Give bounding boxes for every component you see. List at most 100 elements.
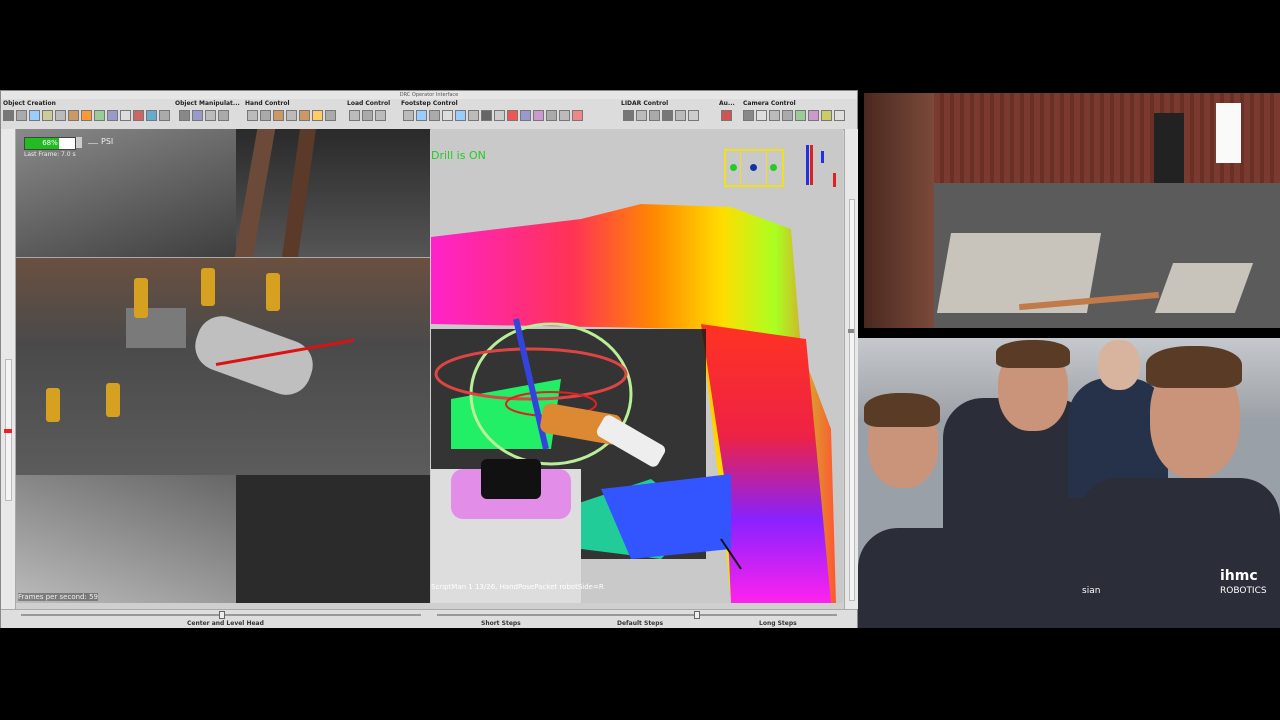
box-icon[interactable] bbox=[29, 110, 40, 121]
camera-zoom-icon[interactable] bbox=[808, 110, 819, 121]
drill-icon[interactable] bbox=[68, 110, 79, 121]
operator-hair bbox=[1146, 346, 1242, 388]
toolbar-group-label: LIDAR Control bbox=[621, 100, 669, 107]
lidar-spin-icon[interactable] bbox=[662, 110, 673, 121]
long-steps-label[interactable]: Long Steps bbox=[759, 620, 797, 627]
camera-icon[interactable] bbox=[743, 110, 754, 121]
slider-thumb bbox=[848, 329, 854, 333]
toolbar: Object Creation Object Manipulat... Hand… bbox=[1, 99, 857, 130]
lower-left-camera-image bbox=[16, 475, 236, 603]
hand-trigger-icon[interactable] bbox=[312, 110, 323, 121]
footstep-icon[interactable] bbox=[403, 110, 414, 121]
hand-close-icon[interactable] bbox=[260, 110, 271, 121]
wall-foreground bbox=[864, 93, 934, 328]
lidar-view-icon[interactable] bbox=[688, 110, 699, 121]
footstep-send-icon[interactable] bbox=[520, 110, 531, 121]
force-bar-blue bbox=[806, 145, 809, 185]
hand-reset-icon[interactable] bbox=[325, 110, 336, 121]
left-vertical-slider[interactable] bbox=[1, 129, 16, 609]
camera-left-icon[interactable] bbox=[769, 110, 780, 121]
toolbar-group-label: Camera Control bbox=[743, 100, 796, 107]
psi-line bbox=[88, 143, 98, 144]
object-creation-group: Object Creation bbox=[3, 99, 173, 129]
footstep-list-icon[interactable] bbox=[546, 110, 557, 121]
point-cloud bbox=[431, 204, 836, 603]
ladder-icon[interactable] bbox=[159, 110, 170, 121]
footstep-plan-icon[interactable] bbox=[429, 110, 440, 121]
battery-cap bbox=[76, 137, 82, 148]
center-level-head-button[interactable]: Center and Level Head bbox=[187, 620, 264, 627]
lidar-range-icon[interactable] bbox=[675, 110, 686, 121]
translate-icon[interactable] bbox=[179, 110, 190, 121]
footstep-clear-icon[interactable] bbox=[559, 110, 570, 121]
lidar-control-group: LIDAR Control bbox=[621, 99, 717, 129]
camera-stereo-icon[interactable] bbox=[795, 110, 806, 121]
footstep-left-icon[interactable] bbox=[442, 110, 453, 121]
right-vertical-slider[interactable] bbox=[844, 129, 858, 609]
plane-icon[interactable] bbox=[55, 110, 66, 121]
main-camera-image bbox=[16, 257, 430, 476]
circle-icon[interactable] bbox=[81, 110, 92, 121]
footstep-dark-icon[interactable] bbox=[481, 110, 492, 121]
valve-icon[interactable] bbox=[94, 110, 105, 121]
head-pitch-thumb[interactable] bbox=[219, 611, 225, 619]
wall-icon[interactable] bbox=[133, 110, 144, 121]
select-icon[interactable] bbox=[3, 110, 14, 121]
head-camera-view[interactable]: 68% PSI Last Frame: 7.0 s Frames per sec… bbox=[16, 129, 430, 603]
auto-icon[interactable] bbox=[721, 110, 732, 121]
right-foot-dot bbox=[770, 164, 777, 171]
hand-finger-icon[interactable] bbox=[299, 110, 310, 121]
load-right-icon[interactable] bbox=[362, 110, 373, 121]
footstep-turn-icon[interactable] bbox=[468, 110, 479, 121]
slider-marker bbox=[4, 429, 12, 433]
lidar-scan-icon[interactable] bbox=[623, 110, 634, 121]
lidar-clear-icon[interactable] bbox=[636, 110, 647, 121]
drill-object bbox=[266, 273, 280, 311]
default-steps-label[interactable]: Default Steps bbox=[617, 620, 663, 627]
rotate-icon[interactable] bbox=[192, 110, 203, 121]
load-left-icon[interactable] bbox=[349, 110, 360, 121]
hand-grip-icon[interactable] bbox=[273, 110, 284, 121]
psi-label: PSI bbox=[101, 137, 114, 146]
grid-icon[interactable] bbox=[16, 110, 27, 121]
footstep-stop-icon[interactable] bbox=[572, 110, 583, 121]
footstep-right-icon[interactable] bbox=[455, 110, 466, 121]
lidar-filter-icon[interactable] bbox=[649, 110, 660, 121]
cylinder-icon[interactable] bbox=[42, 110, 53, 121]
move-icon[interactable] bbox=[218, 110, 229, 121]
operator-interface-window: DRC Operator Interface Object Creation O… bbox=[0, 90, 858, 628]
slider-track bbox=[849, 199, 855, 601]
toolbar-group-label: Load Control bbox=[347, 100, 391, 107]
short-steps-label[interactable]: Short Steps bbox=[481, 620, 521, 627]
door-icon[interactable] bbox=[107, 110, 118, 121]
hand-open-icon[interactable] bbox=[247, 110, 258, 121]
step-length-slider[interactable] bbox=[437, 614, 837, 616]
scale-icon[interactable] bbox=[205, 110, 216, 121]
magnifier-icon[interactable] bbox=[834, 110, 845, 121]
walk-icon[interactable] bbox=[120, 110, 131, 121]
debris-icon[interactable] bbox=[146, 110, 157, 121]
toolbar-group-label: Hand Control bbox=[245, 100, 290, 107]
operator-hair bbox=[996, 340, 1070, 368]
drill-object bbox=[201, 268, 215, 306]
battery-indicator: 68% bbox=[24, 137, 76, 150]
lock-icon[interactable] bbox=[756, 110, 767, 121]
footstep-indicator bbox=[724, 149, 784, 187]
shirt-sponsor: sian bbox=[1082, 586, 1101, 596]
load-both-icon[interactable] bbox=[375, 110, 386, 121]
3d-lidar-view[interactable]: Drill is ON ScriptMan 1 13/26, HandPoseP… bbox=[431, 129, 843, 603]
toolbar-group-label: Au... bbox=[719, 100, 735, 107]
footstep-cancel-icon[interactable] bbox=[507, 110, 518, 121]
hand-pinch-icon[interactable] bbox=[286, 110, 297, 121]
camera-right-icon[interactable] bbox=[782, 110, 793, 121]
force-bar-small bbox=[821, 151, 824, 163]
step-length-thumb[interactable] bbox=[694, 611, 700, 619]
observer-face bbox=[1098, 340, 1140, 390]
footstep-grid-icon[interactable] bbox=[494, 110, 505, 121]
operators-camera-feed: ihmc ROBOTICS sian bbox=[858, 338, 1280, 628]
hand-control-group: Hand Control bbox=[245, 99, 345, 129]
camera-snapshot-icon[interactable] bbox=[821, 110, 832, 121]
footstep-path-icon[interactable] bbox=[416, 110, 427, 121]
footstep-edit-icon[interactable] bbox=[533, 110, 544, 121]
drill-object bbox=[134, 278, 148, 318]
